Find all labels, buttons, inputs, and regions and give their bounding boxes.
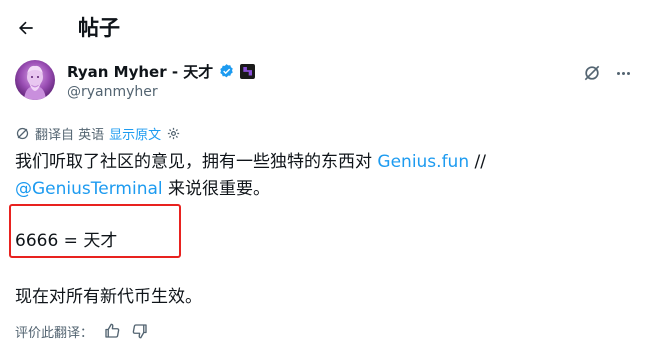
back-button[interactable] [12, 14, 40, 42]
tweet-line-1: 我们听取了社区的意见，拥有一些独特的东西对 Genius.fun // [15, 148, 486, 176]
author-display-name[interactable]: Ryan Myher - 天才 [67, 61, 213, 82]
verified-badge-icon[interactable] [218, 63, 235, 80]
thumbs-down-icon[interactable] [131, 322, 149, 340]
thumbs-up-icon[interactable] [103, 322, 121, 340]
tweet-line-4: 现在对所有新代币生效。 [15, 287, 202, 307]
page-title: 帖子 [78, 16, 120, 40]
tweet-text-1: 我们听取了社区的意见，拥有一些独特的东西对 [15, 152, 378, 172]
author-name-row: Ryan Myher - 天才 [67, 60, 256, 82]
tweet-text-2: 来说很重要。 [162, 179, 271, 199]
translation-bar: 翻译自 英语 显示原文 [15, 123, 181, 143]
show-original-link[interactable]: 显示原文 [109, 124, 161, 143]
more-options-icon[interactable] [612, 62, 634, 84]
rate-translation-bar: 评价此翻译： [15, 320, 149, 342]
highlight-annotation-box [9, 204, 181, 258]
author-handle[interactable]: @ryanmyher [67, 84, 158, 100]
translation-label: 翻译自 英语 [35, 127, 105, 143]
translate-icon [16, 127, 29, 139]
avatar[interactable] [15, 60, 55, 100]
tweet-text-1-suffix: // [469, 152, 486, 172]
genius-terminal-mention[interactable]: @GeniusTerminal [15, 179, 163, 199]
tweet-line-2: @GeniusTerminal 来说很重要。 [15, 175, 270, 203]
affiliation-badge-icon[interactable] [240, 63, 256, 79]
genius-fun-link[interactable]: Genius.fun [377, 152, 469, 172]
top-bar: 帖子 [0, 0, 655, 58]
gear-icon[interactable] [166, 126, 181, 141]
grok-icon[interactable] [582, 63, 602, 83]
rate-translation-label: 评价此翻译： [15, 325, 94, 341]
arrow-left-icon [19, 21, 33, 35]
